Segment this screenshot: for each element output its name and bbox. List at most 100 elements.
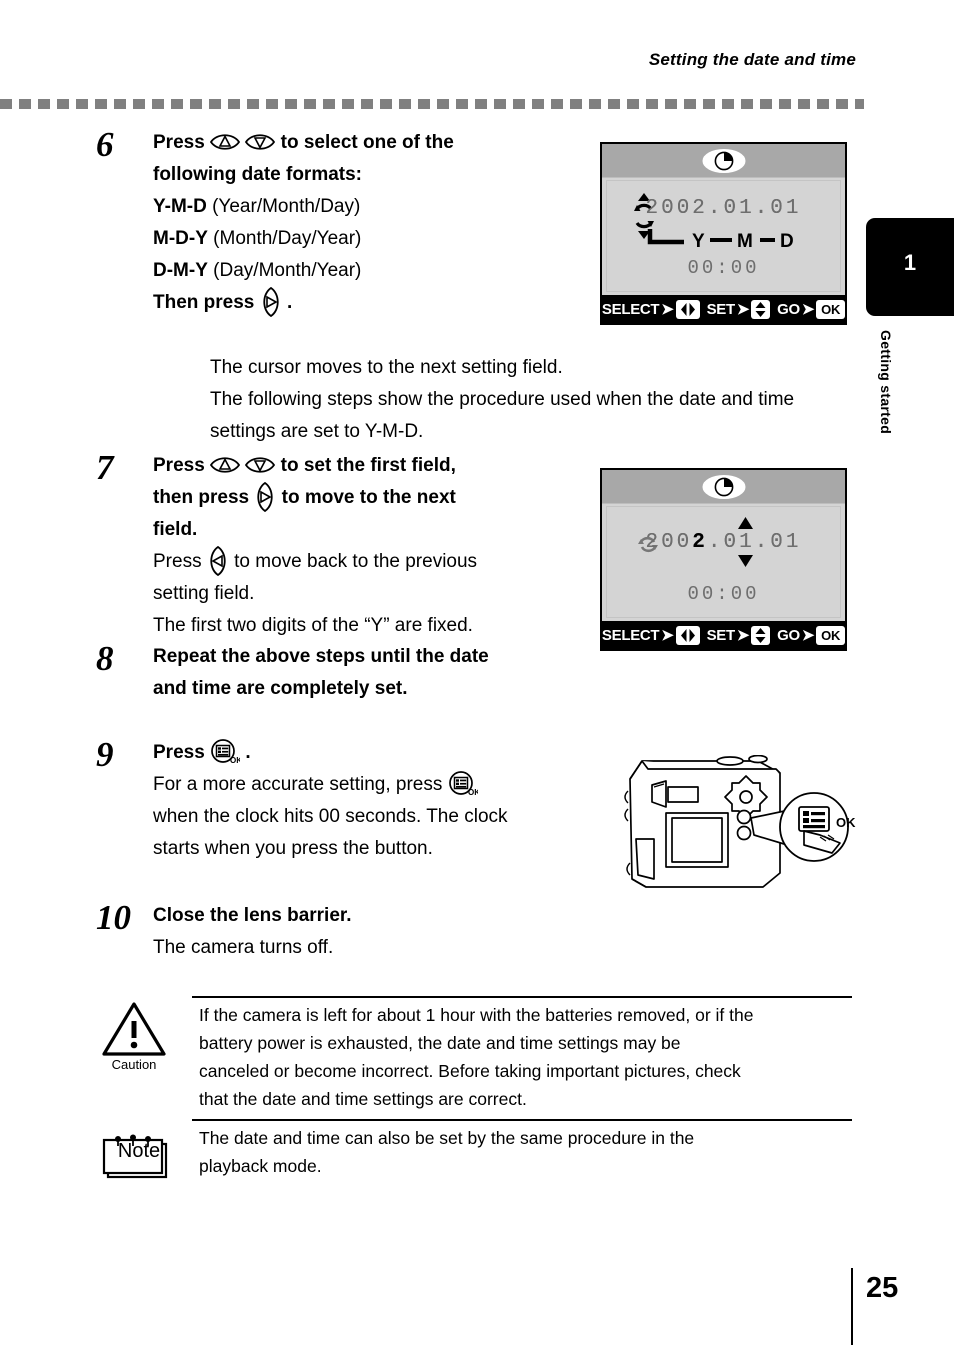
step-9-number: 9 <box>96 735 114 774</box>
svg-text:OK: OK <box>468 788 478 797</box>
step-6-then-press: Then press <box>153 292 255 313</box>
caution-line-1: If the camera is left for about 1 hour w… <box>199 1005 754 1025</box>
lcd-time-value-1: 00:00 <box>687 257 760 279</box>
step-9-note1-prefix: For a more accurate setting, press <box>153 774 443 795</box>
step-7-line1-suffix: to set the first field, <box>280 455 456 476</box>
step-9-note2: when the clock hits 00 seconds. The cloc… <box>153 806 508 827</box>
left-arrow-key-icon <box>207 546 229 576</box>
lcd-select-label-1: SELECT <box>601 300 660 318</box>
page-title: Setting the date and time <box>648 50 856 69</box>
lcd-header-bar-1 <box>602 144 845 178</box>
up-arrow-key-icon <box>210 454 241 476</box>
note-divider-rule <box>192 1119 852 1121</box>
svg-text:M: M <box>737 231 753 251</box>
lcd-body-2: 2002.01.01 00:00 <box>606 506 841 618</box>
note-text: The date and time can also be set by the… <box>199 1124 854 1180</box>
step-6-format-mdy-label: M-D-Y <box>153 228 208 249</box>
clock-icon <box>701 148 747 179</box>
lcd-date-value-2: 2002.01.01 <box>607 531 840 554</box>
lcd-screen-year-edit: 2002.01.01 00:00 SELECT ➤ SET ➤ GO ➤ OK <box>600 468 847 651</box>
lcd-date-prefix-2: 200 <box>645 531 693 554</box>
step-6-line1-prefix: Press <box>153 132 205 153</box>
step-10-line1: Close the lens barrier. <box>153 905 352 926</box>
step-7-note3: The first two digits of the “Y” are fixe… <box>153 615 473 636</box>
chapter-tab: 1 <box>866 218 954 316</box>
lcd-date-value-1: 2002.01.01 <box>645 197 802 220</box>
step-7-line2-suffix: to move to the next <box>281 487 456 508</box>
caution-divider-rule <box>192 996 852 998</box>
lcd-date-suffix-2: .01.01 <box>707 531 802 554</box>
lcd-body-1: 2002.01.01 Y M D 00:00 <box>606 180 841 292</box>
step-6-format-dmy-desc: (Day/Month/Year) <box>213 260 362 281</box>
caution-icon <box>100 1000 168 1063</box>
note-line-1: The date and time can also be set by the… <box>199 1128 695 1148</box>
lcd-go-label-1: GO <box>777 300 800 318</box>
header-dashed-rule <box>0 99 864 109</box>
lcd-time-value-2: 00:00 <box>687 583 760 605</box>
step-7-number: 7 <box>96 448 114 487</box>
up-triangle-marker <box>738 516 753 534</box>
step-6-note-1: The cursor moves to the next setting fie… <box>210 357 563 378</box>
step-9-line1-suffix: . <box>245 742 251 763</box>
camera-illustration: OK <box>608 754 858 895</box>
lcd-header-bar-2 <box>602 470 845 504</box>
left-right-pad-icon-1 <box>675 299 700 319</box>
step-7-note1-prefix: Press <box>153 551 202 572</box>
step-6-format-mdy-desc: (Month/Day/Year) <box>213 228 362 249</box>
menu-ok-button-icon: OK <box>448 771 478 797</box>
step-6-format-ymd-label: Y-M-D <box>153 196 207 217</box>
step-10: 10 Close the lens barrier. The camera tu… <box>96 900 856 964</box>
step-6-line1-suffix: to select one of the <box>280 132 454 153</box>
down-arrow-key-icon <box>245 454 276 476</box>
chapter-tab-number: 1 <box>903 250 917 275</box>
step-8-number: 8 <box>96 639 114 678</box>
lcd-ymd-indicator: Y M D <box>607 225 840 252</box>
page-number: 25 <box>866 1272 899 1304</box>
step-6-line2: following date formats: <box>153 164 362 185</box>
menu-ok-button-icon: OK <box>210 739 240 765</box>
step-6-then-press-period: . <box>286 292 293 313</box>
step-7-line3: field. <box>153 519 198 540</box>
right-arrow-key-icon <box>254 482 276 512</box>
lcd-screen-date-format: 2002.01.01 Y M D 00:00 SELECT ➤ SET ➤ GO… <box>600 142 847 325</box>
up-arrow-key-icon <box>210 131 241 153</box>
caution-line-4: that the date and time settings are corr… <box>199 1089 527 1109</box>
step-6-number: 6 <box>96 125 114 164</box>
caution-text: If the camera is left for about 1 hour w… <box>199 1001 854 1113</box>
clock-icon <box>701 474 747 505</box>
caution-line-2: battery power is exhausted, the date and… <box>199 1033 681 1053</box>
step-6-note-2: The following steps show the procedure u… <box>210 389 795 410</box>
note-label: Note <box>117 1140 161 1162</box>
step-10-number: 10 <box>96 898 131 937</box>
lcd-go-arrow-1: ➤ <box>801 301 815 318</box>
lcd-date-highlight-2: 2 <box>692 531 708 554</box>
footer-divider-rule <box>851 1268 853 1345</box>
step-8-line2: and time are completely set. <box>153 678 408 699</box>
caution-label: Caution <box>111 1057 157 1072</box>
step-9-note3: starts when you press the button. <box>153 838 433 859</box>
lcd-select-arrow-1: ➤ <box>661 301 674 318</box>
lcd-hint-bar-1: SELECT ➤ SET ➤ GO ➤ OK <box>601 295 846 323</box>
note-line-2: playback mode. <box>199 1156 322 1176</box>
step-9-line1-prefix: Press <box>153 742 205 763</box>
lcd-set-label-1: SET <box>706 300 736 318</box>
step-6-format-ymd-desc: (Year/Month/Day) <box>212 196 361 217</box>
step-6-notes: The cursor moves to the next setting fie… <box>210 352 920 448</box>
step-7-note1-suffix: to move back to the previous <box>234 551 478 572</box>
right-arrow-key-icon <box>260 287 282 317</box>
step-7-line2-prefix: then press <box>153 487 250 508</box>
step-7-note2: setting field. <box>153 583 255 604</box>
step-10-note1: The camera turns off. <box>153 937 334 958</box>
step-6-format-dmy-label: D-M-Y <box>153 260 208 281</box>
caution-line-3: canceled or become incorrect. Before tak… <box>199 1061 741 1081</box>
svg-text:OK: OK <box>230 756 240 765</box>
lcd-ok-chip-1: OK <box>816 299 846 319</box>
down-arrow-key-icon <box>245 131 276 153</box>
step-8: 8 Repeat the above steps until the date … <box>96 641 856 705</box>
up-down-pad-icon-1 <box>751 299 771 319</box>
svg-text:D: D <box>780 231 794 251</box>
step-8-line1: Repeat the above steps until the date <box>153 646 489 667</box>
down-triangle-marker <box>738 554 753 572</box>
step-6-note-3: settings are set to Y-M-D. <box>210 421 424 442</box>
camera-ok-label: OK <box>836 815 856 830</box>
